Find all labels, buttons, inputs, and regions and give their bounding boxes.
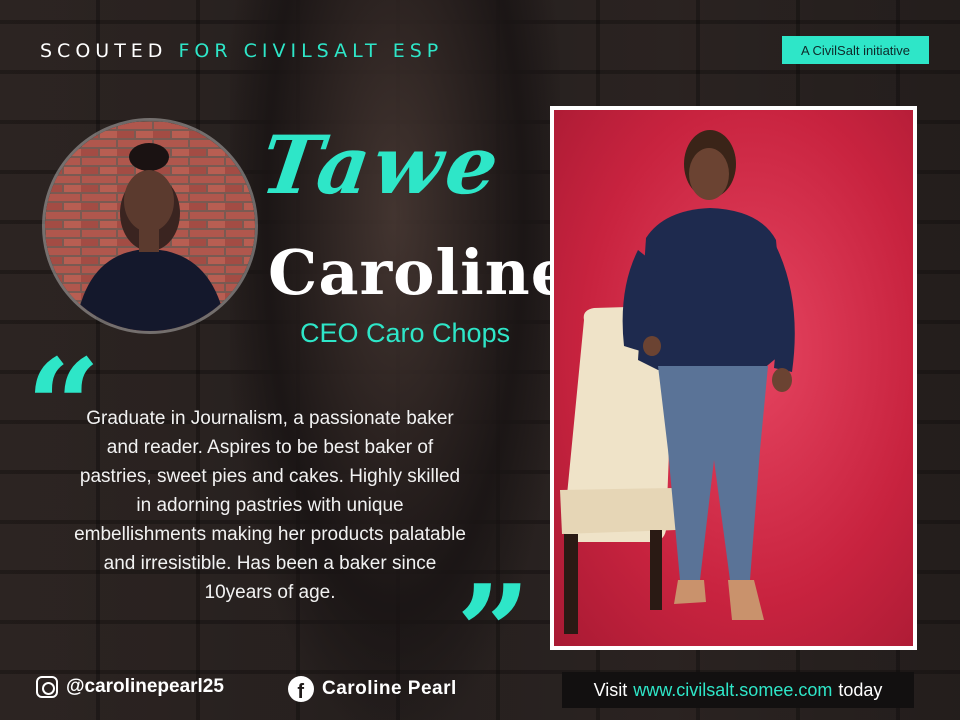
initiative-badge: A CivilSalt initiative xyxy=(782,36,929,64)
feature-photo-illustration xyxy=(560,130,795,634)
quote-close-icon: ” xyxy=(456,556,531,709)
profile-photo-illustration xyxy=(45,121,255,331)
visit-label: Visit xyxy=(593,679,628,700)
visit-website-bar: Visit www.civilsalt.somee.com today xyxy=(562,672,914,708)
profile-photo xyxy=(42,118,258,334)
header-for-civilsalt: FOR CIVILSALT ESP xyxy=(178,40,444,62)
first-name: Tawe xyxy=(255,118,509,212)
scouted-header: SCOUTED FOR CIVILSALT ESP xyxy=(40,40,443,62)
instagram-icon xyxy=(36,676,58,698)
website-link[interactable]: www.civilsalt.somee.com xyxy=(633,680,832,701)
facebook-link[interactable]: f Caroline Pearl xyxy=(288,676,457,702)
bio-text: Graduate in Journalism, a passionate bak… xyxy=(74,408,466,603)
feature-photo-background xyxy=(554,110,913,646)
feature-photo xyxy=(550,106,917,650)
facebook-name: Caroline Pearl xyxy=(322,678,457,699)
job-title: CEO Caro Chops xyxy=(300,318,511,348)
facebook-icon: f xyxy=(288,676,314,702)
instagram-handle: @carolinepearl25 xyxy=(66,676,224,697)
header-scouted: SCOUTED xyxy=(40,40,179,62)
last-name: Caroline xyxy=(268,236,572,309)
instagram-link[interactable]: @carolinepearl25 xyxy=(36,676,224,698)
today-label: today xyxy=(838,679,883,700)
